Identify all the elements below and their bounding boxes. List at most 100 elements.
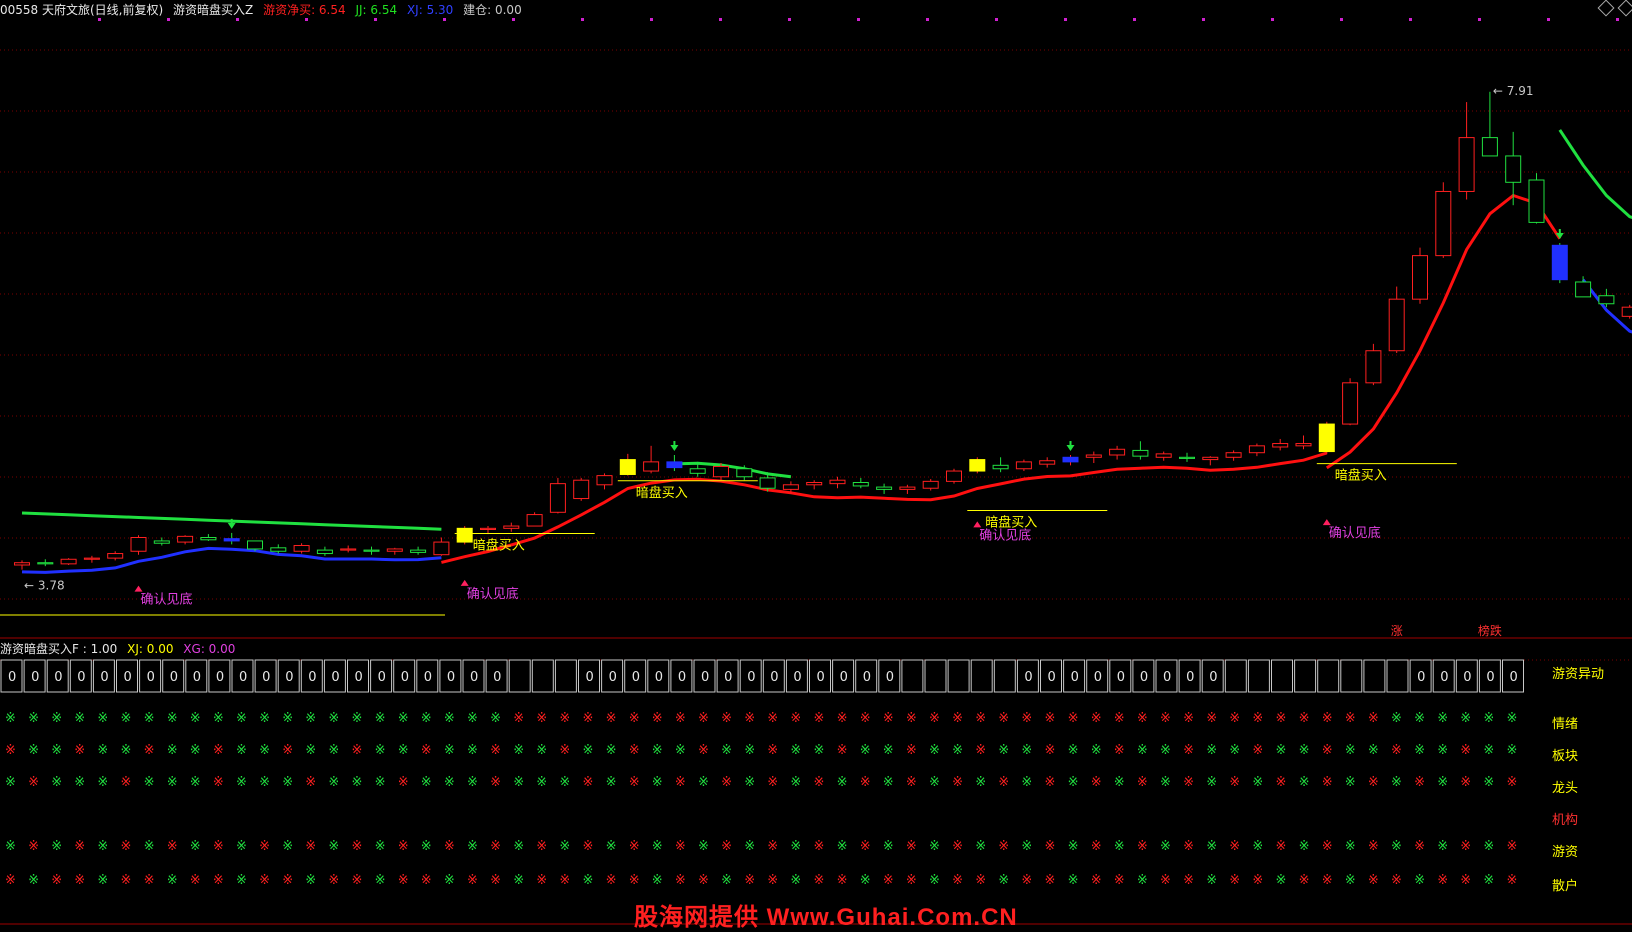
star-marker: ※	[860, 743, 871, 758]
star-marker: ※	[1021, 711, 1032, 726]
candle-body	[1085, 454, 1102, 458]
star-marker: ※	[929, 775, 940, 790]
indicator-name[interactable]: 游资暗盘买入Z	[173, 3, 253, 17]
star-marker: ※	[167, 711, 178, 726]
star-marker: ※	[1276, 873, 1287, 888]
kline-chart[interactable]: 暗盘买入暗盘买入暗盘买入暗盘买入确认见底 确认见底确认见底 确认见底← 7.91← …	[0, 0, 1632, 927]
star-marker: ※	[906, 711, 917, 726]
star-marker: ※	[929, 743, 940, 758]
candle-body	[247, 540, 263, 550]
star-marker: ※	[814, 839, 825, 854]
star-marker: ※	[467, 775, 478, 790]
star-marker: ※	[536, 743, 547, 758]
signal-box-zero: 0	[840, 670, 848, 685]
star-marker: ※	[767, 775, 778, 790]
star-marker: ※	[1137, 743, 1148, 758]
star-marker: ※	[328, 743, 339, 758]
signal-box-zero: 0	[331, 670, 339, 685]
signal-box-zero: 0	[1463, 670, 1471, 685]
signal-box-zero: 0	[124, 670, 132, 685]
star-marker: ※	[213, 743, 224, 758]
star-marker: ※	[513, 711, 524, 726]
star-marker: ※	[1391, 711, 1402, 726]
candle-body	[503, 525, 520, 529]
top-marker	[443, 18, 446, 21]
star-marker: ※	[952, 743, 963, 758]
star-marker: ※	[629, 775, 640, 790]
star-marker: ※	[121, 873, 132, 888]
candle-body	[1481, 137, 1498, 157]
signal-box-zero: 0	[31, 670, 39, 685]
star-marker: ※	[583, 711, 594, 726]
star-marker: ※	[213, 839, 224, 854]
signal-box	[970, 659, 993, 693]
star-marker: ※	[444, 743, 455, 758]
star-marker: ※	[929, 839, 940, 854]
top-marker	[1340, 18, 1343, 21]
top-marker	[995, 18, 998, 21]
star-marker: ※	[398, 711, 409, 726]
star-marker: ※	[282, 711, 293, 726]
star-marker: ※	[467, 743, 478, 758]
star-marker: ※	[721, 839, 732, 854]
row-label: 板块	[1552, 749, 1578, 764]
signal-box	[1294, 659, 1317, 693]
star-marker: ※	[1391, 775, 1402, 790]
star-marker: ※	[513, 873, 524, 888]
star-marker: ※	[121, 775, 132, 790]
candle-body	[433, 541, 450, 556]
green-down-arrow-icon	[670, 441, 679, 451]
signal-box-zero: 0	[447, 670, 455, 685]
candle-body	[270, 547, 287, 552]
star-marker: ※	[1068, 839, 1079, 854]
star-marker: ※	[398, 743, 409, 758]
signal-box-zero: 0	[1048, 670, 1056, 685]
signal-box-zero: 0	[701, 670, 709, 685]
signal-box	[554, 659, 577, 693]
star-marker: ※	[883, 839, 894, 854]
star-marker: ※	[1229, 873, 1240, 888]
signal-box-zero: 0	[1510, 670, 1518, 685]
star-marker: ※	[5, 873, 16, 888]
star-marker: ※	[675, 839, 686, 854]
candle-body	[1435, 190, 1452, 257]
star-marker: ※	[236, 711, 247, 726]
star-marker: ※	[352, 743, 363, 758]
star-marker: ※	[883, 873, 894, 888]
sub-param-xj: XJ: 0.00	[127, 642, 174, 656]
star-marker: ※	[97, 873, 108, 888]
star-marker: ※	[1391, 873, 1402, 888]
star-marker: ※	[1437, 711, 1448, 726]
star-marker: ※	[328, 839, 339, 854]
ma-red-line	[441, 451, 1328, 564]
star-marker: ※	[259, 743, 270, 758]
star-marker: ※	[28, 743, 39, 758]
star-marker: ※	[698, 775, 709, 790]
signal-box-zero: 0	[216, 670, 224, 685]
star-marker: ※	[559, 711, 570, 726]
star-marker: ※	[1460, 873, 1471, 888]
star-marker: ※	[929, 873, 940, 888]
star-marker: ※	[375, 839, 386, 854]
signal-box-zero: 0	[1163, 670, 1171, 685]
star-marker: ※	[583, 775, 594, 790]
star-marker: ※	[652, 743, 663, 758]
star-marker: ※	[1322, 839, 1333, 854]
star-marker: ※	[490, 839, 501, 854]
star-marker: ※	[998, 839, 1009, 854]
chart-header: 00558 天府文旅(日线,前复权) 游资暗盘买入Z 游资净买: 6.54 JJ…	[0, 1, 528, 18]
star-marker: ※	[975, 711, 986, 726]
candle-body	[1155, 453, 1172, 458]
star-marker: ※	[975, 873, 986, 888]
signal-box-zero: 0	[262, 670, 270, 685]
star-marker: ※	[1114, 711, 1125, 726]
star-marker: ※	[1414, 839, 1425, 854]
ma-blue-line-1	[21, 546, 442, 574]
star-marker: ※	[1437, 775, 1448, 790]
sub-indicator-name[interactable]: 游资暗盘买入F : 1.00	[0, 642, 117, 656]
signal-box	[1317, 659, 1340, 693]
star-marker: ※	[837, 873, 848, 888]
star-marker: ※	[929, 711, 940, 726]
confirm-arrow-icon	[973, 521, 982, 528]
candle-body	[573, 479, 590, 500]
